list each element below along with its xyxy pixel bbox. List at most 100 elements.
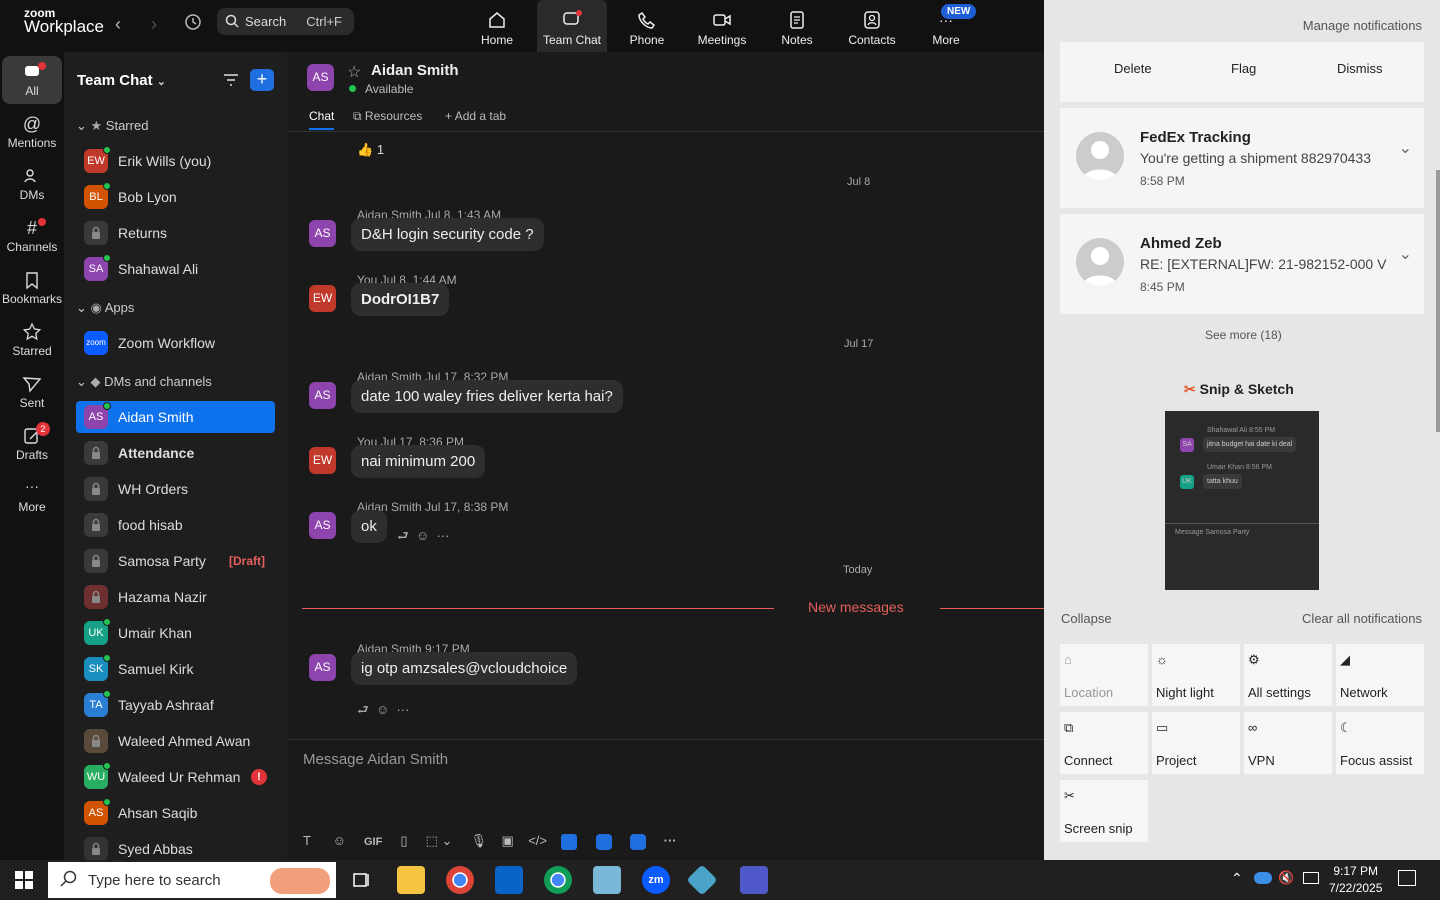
search-input[interactable]: Search Ctrl+F [217, 8, 354, 35]
quick-action-all-settings[interactable]: ⚙ All settings [1244, 644, 1332, 706]
file-explorer-icon[interactable] [397, 866, 425, 894]
sidebar-item[interactable]: SK Samuel Kirk [76, 653, 275, 685]
sidebar-item[interactable]: BL Bob Lyon [76, 181, 275, 213]
rail-drafts[interactable]: Drafts 2 [2, 422, 62, 462]
history-icon[interactable] [184, 13, 202, 31]
rail-mentions[interactable]: @ Mentions [2, 114, 62, 150]
sidebar-title[interactable]: Team Chat ⌄ [77, 72, 166, 89]
section-apps[interactable]: ⌄ ◉ Apps [76, 300, 134, 316]
sidebar-item[interactable]: Attendance [76, 437, 275, 469]
message-bubble[interactable]: ig otp amzsales@vcloudchoice [351, 652, 578, 685]
notification-card-fedex[interactable]: FedEx Tracking You're getting a shipment… [1060, 108, 1424, 208]
tab-chat[interactable]: Chat [309, 109, 335, 130]
rail-starred[interactable]: Starred [2, 322, 62, 358]
reaction-chip[interactable]: 👍 1 [357, 142, 384, 158]
clock[interactable]: 9:17 PM 7/22/2025 [1329, 863, 1382, 897]
gif-icon[interactable]: GIF [364, 836, 382, 848]
message-avatar[interactable]: AS [309, 220, 336, 247]
windows-start-icon[interactable] [14, 870, 34, 890]
network-icon[interactable] [1303, 872, 1319, 884]
add-tab-button[interactable]: + Add a tab [445, 109, 506, 123]
quick-action-focus-assist[interactable]: ☾ Focus assist [1336, 712, 1424, 774]
rail-channels[interactable]: # Channels [2, 218, 62, 254]
reply-icon[interactable]: ⮐ [357, 702, 369, 717]
sidebar-item[interactable]: AS Aidan Smith [76, 401, 275, 433]
chevron-down-icon[interactable]: ⌄ [1399, 138, 1412, 158]
zoom-app-icon[interactable]: zm [642, 866, 670, 894]
onedrive-icon[interactable] [1254, 872, 1272, 884]
message-composer[interactable]: Message Aidan Smith T ☺ GIF ▯ ⬚ ⌄ 🎙 ▣ </… [287, 739, 1044, 860]
nav-contacts[interactable]: Contacts [837, 0, 907, 52]
chrome-icon[interactable] [446, 866, 474, 894]
more-dots-icon[interactable]: ··· [436, 528, 449, 543]
sidebar-item[interactable]: food hisab [76, 509, 275, 541]
message-avatar[interactable]: AS [309, 512, 336, 539]
chevron-down-icon[interactable]: ⌄ [442, 833, 453, 848]
sidebar-item[interactable]: EW Erik Wills (you) [76, 145, 275, 177]
new-chat-button[interactable]: + [250, 69, 274, 91]
contact-avatar[interactable]: AS [307, 64, 334, 91]
sidebar-item[interactable]: TA Tayyab Ashraaf [76, 689, 275, 721]
code-icon[interactable]: </> [528, 833, 547, 848]
rail-bookmarks[interactable]: Bookmarks [2, 270, 62, 306]
notification-card-ahmed[interactable]: Ahmed Zeb RE: [EXTERNAL]FW: 21-982152-00… [1060, 214, 1424, 314]
dismiss-button[interactable]: Dismiss [1337, 61, 1383, 76]
contact-name[interactable]: Aidan Smith [371, 62, 459, 79]
message-actions[interactable]: ⮐ ☺ ··· [357, 701, 409, 723]
forward-arrow-icon[interactable]: › [151, 14, 157, 35]
task-view-icon[interactable] [348, 866, 376, 894]
section-dms[interactable]: ⌄ ◆ DMs and channels [76, 374, 212, 390]
clear-all-button[interactable]: Clear all notifications [1302, 611, 1422, 626]
message-bubble[interactable]: date 100 waley fries deliver kerta hai? [351, 380, 623, 413]
more-dots-icon[interactable]: ··· [664, 833, 677, 848]
scrollbar[interactable] [1436, 170, 1440, 432]
nav-team-chat[interactable]: Team Chat [537, 0, 607, 52]
outlook-icon[interactable] [495, 866, 523, 894]
message-bubble[interactable]: nai minimum 200 [351, 445, 486, 478]
sidebar-item[interactable]: Samosa Party [Draft] [76, 545, 275, 577]
rail-sent[interactable]: Sent [2, 374, 62, 410]
text-format-icon[interactable]: T [303, 833, 311, 848]
speaker-muted-icon[interactable]: 🔇 [1278, 870, 1294, 886]
rail-all[interactable]: All [2, 56, 62, 104]
quick-action-screen-snip[interactable]: ✂ Screen snip [1060, 780, 1148, 842]
sidebar-item[interactable]: UK Umair Khan [76, 617, 275, 649]
screenshot-icon[interactable]: ⬚ [426, 833, 438, 848]
video-message-icon[interactable]: ▣ [501, 833, 513, 848]
quick-action-connect[interactable]: ⧉ Connect [1060, 712, 1148, 774]
quick-action-network[interactable]: ◢ Network [1336, 644, 1424, 706]
message-avatar[interactable]: EW [309, 447, 336, 474]
chevron-up-icon[interactable]: ⌃ [1231, 870, 1243, 887]
emoji-icon[interactable]: ☺ [416, 528, 429, 543]
sidebar-item[interactable]: AS Ahsan Saqib [76, 797, 275, 829]
tab-resources[interactable]: ⧉ Resources [353, 109, 422, 124]
back-arrow-icon[interactable]: ‹ [115, 14, 121, 35]
microphone-icon[interactable]: 🎙 [470, 833, 487, 848]
delete-button[interactable]: Delete [1114, 61, 1152, 76]
teams-icon[interactable] [740, 866, 768, 894]
file-icon[interactable]: ▯ [400, 833, 407, 848]
chrome-profile-icon[interactable] [544, 866, 572, 894]
message-avatar[interactable]: AS [309, 654, 336, 681]
sidebar-item[interactable]: zoom Zoom Workflow [76, 327, 275, 359]
nav-home[interactable]: Home [462, 0, 532, 52]
nav-meetings[interactable]: Meetings [687, 0, 757, 52]
sidebar-item[interactable]: Hazama Nazir [76, 581, 275, 613]
message-bubble[interactable]: DodrOI1B7 [351, 283, 450, 316]
section-starred[interactable]: ⌄ ★ Starred [76, 118, 148, 134]
zoom-logo[interactable]: zoom Workplace [24, 6, 104, 35]
star-outline-icon[interactable]: ☆ [347, 62, 361, 82]
message-actions[interactable]: ⮐ ☺ ··· [397, 527, 449, 549]
app-icon-2[interactable] [595, 833, 612, 850]
action-center-icon[interactable] [1398, 870, 1416, 886]
app-icon-3[interactable] [629, 833, 646, 850]
nav-phone[interactable]: Phone [612, 0, 682, 52]
nav-notes[interactable]: Notes [762, 0, 832, 52]
sidebar-item[interactable]: SA Shahawal Ali [76, 253, 275, 285]
message-bubble[interactable]: D&H login security code ? [351, 218, 544, 251]
flag-button[interactable]: Flag [1231, 61, 1256, 76]
filter-icon[interactable] [222, 72, 240, 88]
quick-action-vpn[interactable]: ∞ VPN [1244, 712, 1332, 774]
collapse-button[interactable]: Collapse [1061, 611, 1112, 626]
message-avatar[interactable]: EW [309, 285, 336, 312]
